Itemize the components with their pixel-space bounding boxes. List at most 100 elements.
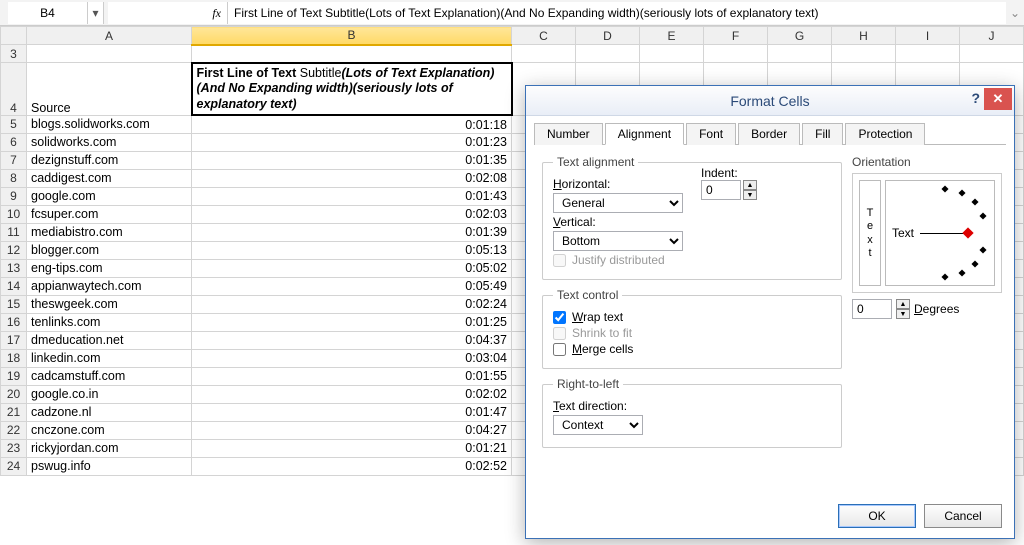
cell[interactable]: pswug.info xyxy=(27,457,192,475)
cell[interactable]: solidworks.com xyxy=(27,133,192,151)
cell[interactable]: dmeducation.net xyxy=(27,331,192,349)
tab-number[interactable]: Number xyxy=(534,123,603,145)
degrees-spinner[interactable]: ▲ ▼ xyxy=(896,299,910,319)
row-header[interactable]: 23 xyxy=(1,439,27,457)
cell[interactable] xyxy=(704,45,768,63)
row-header[interactable]: 3 xyxy=(1,45,27,63)
tab-border[interactable]: Border xyxy=(738,123,800,145)
cell[interactable] xyxy=(896,45,960,63)
cell[interactable]: appianwaytech.com xyxy=(27,277,192,295)
col-header-F[interactable]: F xyxy=(704,27,768,45)
tab-alignment[interactable]: Alignment xyxy=(605,123,684,145)
row-header[interactable]: 12 xyxy=(1,241,27,259)
row-header[interactable]: 8 xyxy=(1,169,27,187)
cell[interactable]: cnczone.com xyxy=(27,421,192,439)
row-header[interactable]: 10 xyxy=(1,205,27,223)
cell[interactable]: cadzone.nl xyxy=(27,403,192,421)
cell[interactable]: 0:02:03 xyxy=(192,205,512,223)
cell[interactable]: 0:01:18 xyxy=(192,115,512,133)
cell[interactable]: tenlinks.com xyxy=(27,313,192,331)
cell[interactable]: 0:05:02 xyxy=(192,259,512,277)
cell[interactable]: linkedin.com xyxy=(27,349,192,367)
cell[interactable]: caddigest.com xyxy=(27,169,192,187)
cell[interactable]: 0:04:27 xyxy=(192,421,512,439)
horizontal-select[interactable]: General xyxy=(553,193,683,213)
orientation-handle-icon[interactable] xyxy=(962,227,973,238)
cell[interactable]: rickyjordan.com xyxy=(27,439,192,457)
cell[interactable] xyxy=(512,45,576,63)
cell[interactable] xyxy=(27,45,192,63)
cell[interactable]: mediabistro.com xyxy=(27,223,192,241)
cell[interactable] xyxy=(768,45,832,63)
row-header[interactable]: 9 xyxy=(1,187,27,205)
cell[interactable]: Source xyxy=(27,63,192,116)
cell[interactable]: 0:01:47 xyxy=(192,403,512,421)
merge-cells-checkbox[interactable] xyxy=(553,343,566,356)
row-header[interactable]: 22 xyxy=(1,421,27,439)
row-header[interactable]: 16 xyxy=(1,313,27,331)
col-header-A[interactable]: A xyxy=(27,27,192,45)
row-header[interactable]: 14 xyxy=(1,277,27,295)
row-header[interactable]: 21 xyxy=(1,403,27,421)
row-header[interactable]: 17 xyxy=(1,331,27,349)
degrees-up-icon[interactable]: ▲ xyxy=(896,299,910,309)
col-header-E[interactable]: E xyxy=(640,27,704,45)
row-header[interactable]: 6 xyxy=(1,133,27,151)
name-box[interactable]: B4 xyxy=(8,2,88,24)
cell[interactable]: 0:01:43 xyxy=(192,187,512,205)
cell[interactable]: 0:02:52 xyxy=(192,457,512,475)
degrees-input[interactable] xyxy=(852,299,892,319)
orientation-dial[interactable]: Text xyxy=(885,180,995,286)
orientation-vertical-button[interactable]: T e x t xyxy=(859,180,881,286)
cell[interactable]: 0:01:35 xyxy=(192,151,512,169)
tab-fill[interactable]: Fill xyxy=(802,123,843,145)
cell[interactable]: google.com xyxy=(27,187,192,205)
cell[interactable]: eng-tips.com xyxy=(27,259,192,277)
tab-font[interactable]: Font xyxy=(686,123,736,145)
select-all-corner[interactable] xyxy=(1,27,27,45)
tab-protection[interactable]: Protection xyxy=(845,123,925,145)
col-header-C[interactable]: C xyxy=(512,27,576,45)
col-header-B[interactable]: B xyxy=(192,27,512,45)
cell[interactable]: 0:02:24 xyxy=(192,295,512,313)
cell[interactable]: 0:01:55 xyxy=(192,367,512,385)
text-direction-select[interactable]: Context xyxy=(553,415,643,435)
col-header-D[interactable]: D xyxy=(576,27,640,45)
cell[interactable]: 0:01:25 xyxy=(192,313,512,331)
name-box-dropdown-icon[interactable]: ▾ xyxy=(88,2,104,24)
cell[interactable]: First Line of Text Subtitle(Lots of Text… xyxy=(192,63,512,116)
vertical-select[interactable]: Bottom xyxy=(553,231,683,251)
cell[interactable]: 0:05:49 xyxy=(192,277,512,295)
row-header[interactable]: 20 xyxy=(1,385,27,403)
cell[interactable]: blogger.com xyxy=(27,241,192,259)
cell[interactable]: 0:04:37 xyxy=(192,331,512,349)
formula-input[interactable]: First Line of Text Subtitle(Lots of Text… xyxy=(228,2,1006,24)
row-header[interactable]: 5 xyxy=(1,115,27,133)
formula-expand-icon[interactable]: ⌄ xyxy=(1006,6,1024,20)
ok-button[interactable]: OK xyxy=(838,504,916,528)
col-header-J[interactable]: J xyxy=(960,27,1024,45)
cell[interactable]: 0:02:08 xyxy=(192,169,512,187)
row-header[interactable]: 18 xyxy=(1,349,27,367)
row-header[interactable]: 7 xyxy=(1,151,27,169)
indent-spinner[interactable]: ▲ ▼ xyxy=(743,180,757,200)
indent-down-icon[interactable]: ▼ xyxy=(743,190,757,200)
cell[interactable]: theswgeek.com xyxy=(27,295,192,313)
row-header[interactable]: 19 xyxy=(1,367,27,385)
wrap-text-checkbox[interactable] xyxy=(553,311,566,324)
row-header[interactable]: 4 xyxy=(1,63,27,116)
row-header[interactable]: 13 xyxy=(1,259,27,277)
cell[interactable]: 0:02:02 xyxy=(192,385,512,403)
indent-up-icon[interactable]: ▲ xyxy=(743,180,757,190)
cell[interactable]: cadcamstuff.com xyxy=(27,367,192,385)
cell[interactable]: 0:05:13 xyxy=(192,241,512,259)
cell[interactable]: blogs.solidworks.com xyxy=(27,115,192,133)
cell[interactable] xyxy=(832,45,896,63)
cell[interactable] xyxy=(640,45,704,63)
cell[interactable]: 0:01:21 xyxy=(192,439,512,457)
cell[interactable]: 0:01:39 xyxy=(192,223,512,241)
col-header-H[interactable]: H xyxy=(832,27,896,45)
col-header-I[interactable]: I xyxy=(896,27,960,45)
cell[interactable]: dezignstuff.com xyxy=(27,151,192,169)
col-header-G[interactable]: G xyxy=(768,27,832,45)
